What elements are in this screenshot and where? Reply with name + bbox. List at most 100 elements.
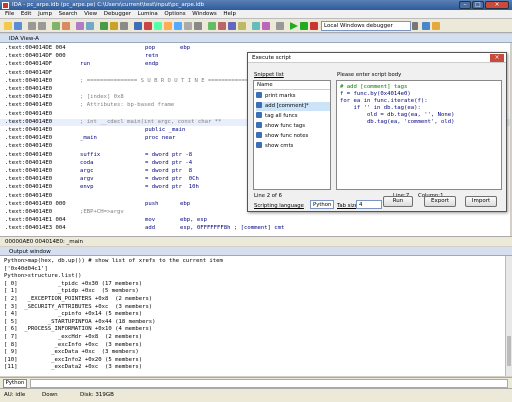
close-window-button[interactable]: × [485,1,509,9]
snippet-item[interactable]: show cmts [256,142,330,151]
hex-view-icon[interactable] [86,22,94,30]
disasm-instruction: = dword ptr 10h [145,184,199,191]
tab-size-input[interactable]: 4 [356,200,382,209]
python-cli-button[interactable]: Python [3,379,27,388]
snippet-item[interactable]: show func notes [256,132,330,141]
disasm-row[interactable]: .text:004014E3 004 add esp, 0FFFFFFF8h ; [… [0,225,510,232]
stop-icon[interactable] [310,22,318,30]
pause-icon[interactable] [300,22,308,30]
output-scrollbar[interactable] [505,256,512,376]
snippet-item[interactable]: print marks [256,92,330,101]
disasm-label: argc [80,168,94,174]
patch-icon[interactable] [218,22,226,30]
run-button[interactable]: Run [383,196,413,207]
disasm-address: .text:004014E0 [5,77,53,84]
text-search-icon[interactable] [62,22,70,30]
disasm-address: .text:004014E0 [5,184,53,191]
cli-input[interactable] [30,379,508,388]
undefine-icon[interactable] [120,22,128,30]
script-editor[interactable]: # add [comment] tags f = func.by(0x4014e0… [336,80,502,190]
disasm-address: .text:004014E0 [5,209,53,215]
ida-view-tab[interactable]: IDA View-A [0,34,512,43]
attach-icon[interactable] [432,22,440,30]
debugger-select[interactable]: Local Windows debugger [321,21,411,31]
menu-windows[interactable]: Windows [192,10,217,19]
menu-options[interactable]: Options [164,10,185,19]
status-bar: AU: idle Down Disk: 319GB [0,388,512,402]
disasm-comment: ; Attributes: bp-based frame [80,102,175,109]
disasm-address: .text:004014E1 004 [5,217,66,224]
scripting-language-label: Scripting language [254,203,304,209]
snippet-item[interactable]: add [comment]* [256,102,330,111]
segments-icon[interactable] [252,22,260,30]
ida-location: 00000AE0 004014E0: _main [5,239,84,245]
output-window[interactable]: Python>map(hex, db.up()) # show list of … [0,256,505,376]
imports-icon[interactable] [164,22,172,30]
output-line: [10] _excInfo2 +0x20 (5 members) [4,356,143,363]
signatures-icon[interactable] [262,22,270,30]
disasm-label: suffix [80,151,101,158]
minimize-button[interactable]: – [459,1,471,9]
disasm-address: .text:004014E0 [5,168,53,174]
back-icon[interactable] [28,22,36,30]
disasm-comment: ; =============== S U B R O U T I N E ==… [80,77,259,84]
disasm-instruction: add [145,225,156,232]
exports-icon[interactable] [174,22,182,30]
data-icon[interactable] [110,22,118,30]
maximize-button[interactable]: □ [472,1,484,9]
disasm-instruction: retn [145,53,159,60]
disasm-row[interactable]: .text:004014DE 004 pop ebp [0,45,510,52]
disasm-row[interactable]: .text:004014E1 004 mov ebp, esp [0,217,510,224]
code-line: for ea in func.iterate(f): [340,98,428,104]
menu-edit[interactable]: Edit [21,10,32,19]
ida-view-title: IDA View-A [9,35,39,42]
scroll-thumb[interactable] [507,336,511,366]
save-icon[interactable] [14,22,22,30]
output-window-tab[interactable]: Output window [0,247,512,256]
snippet-list[interactable]: Name print marks add [comment]* tag all fu… [253,80,331,190]
menu-jump[interactable]: Jump [38,10,52,19]
disasm-label: coda [80,159,94,166]
output-line: ['0x40d04c1'] [4,265,48,272]
menu-search[interactable]: Search [59,10,78,19]
structures-icon[interactable] [184,22,192,30]
names-icon[interactable] [154,22,162,30]
script-icon[interactable] [228,22,236,30]
snippet-name: tag all funcs [265,113,298,119]
disasm-label: run [80,61,91,68]
breakpoint-icon[interactable] [238,22,246,30]
graph-view-icon[interactable] [76,22,84,30]
dialog-close-button[interactable]: × [490,54,504,62]
code-icon[interactable] [100,22,108,30]
disasm-address: .text:004014DF 000 [5,53,66,60]
menu-view[interactable]: View [84,10,97,19]
script-body-label: Please enter script body [337,72,402,78]
chevron-down-icon[interactable] [412,22,418,30]
snippet-name: show func tags [265,123,305,129]
xrefs-icon[interactable] [208,22,216,30]
enums-icon[interactable] [194,22,202,30]
import-button[interactable]: Import [465,196,497,207]
debugger-options-icon[interactable] [422,22,430,30]
search-icon[interactable] [52,22,60,30]
menu-lumina[interactable]: Lumina [138,10,158,19]
menu-debugger[interactable]: Debugger [104,10,131,19]
snippet-item[interactable]: show func tags [256,122,330,131]
snippet-item[interactable]: tag all funcs [256,112,330,121]
strings-icon[interactable] [144,22,152,30]
disasm-label: _main [80,135,97,142]
menu-help[interactable]: Help [223,10,236,19]
snippet-list-header[interactable]: Name [254,81,330,90]
forward-icon[interactable] [38,22,46,30]
disasm-address: .text:004014E3 004 [5,225,66,232]
python-snippet-icon [256,92,262,98]
code-line: if '' in db.tag(ea): [340,105,421,111]
language-select[interactable]: Python [310,200,334,209]
settings-icon[interactable] [276,22,284,30]
start-debugger-icon[interactable] [290,22,298,30]
export-button[interactable]: Export [424,196,456,207]
open-icon[interactable] [4,22,12,30]
code-line: old = db.tag(ea, '', None) [340,112,455,118]
menu-file[interactable]: File [5,10,14,19]
function-icon[interactable] [134,22,142,30]
